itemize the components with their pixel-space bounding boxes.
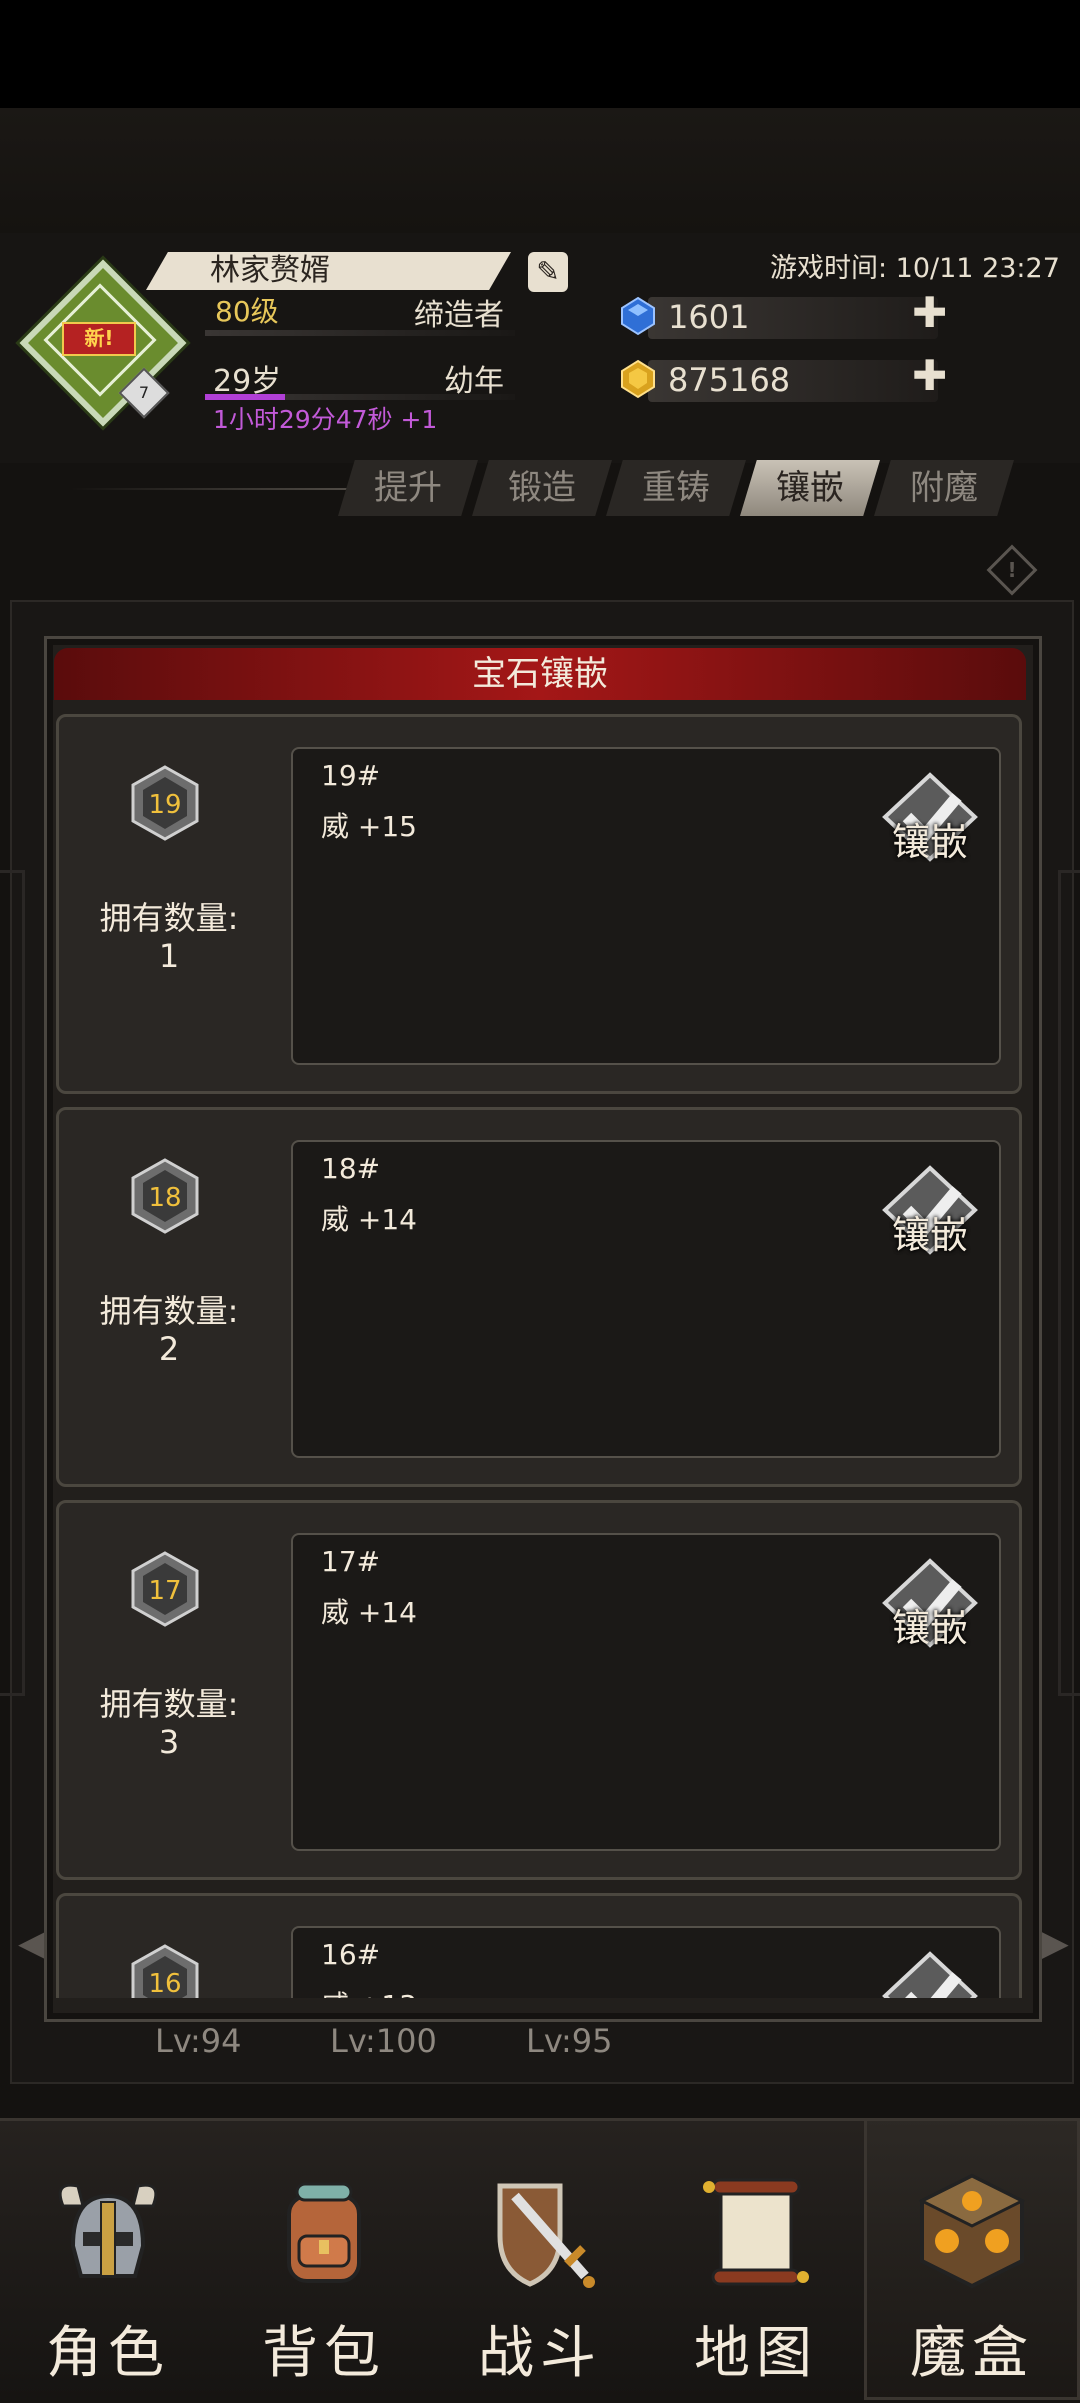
nav-label: 魔盒 <box>910 2321 1034 2386</box>
gem-stat: 威 +14 <box>321 1203 417 1236</box>
svg-text:18: 18 <box>148 1183 181 1213</box>
arrow-right-icon[interactable]: ▶ <box>1038 1920 1069 1966</box>
gem-name: 17# <box>321 1545 381 1578</box>
owned-value: 1 <box>158 937 180 975</box>
nav-label: 地图 <box>694 2321 818 2386</box>
gem-card: 19 拥有数量: 1 19# 威 +15 镶嵌 <box>56 714 1022 1094</box>
scroll-map-icon <box>703 2178 809 2286</box>
gem-name: 16# <box>321 1938 381 1971</box>
modal-title: 宝石镶嵌 <box>472 654 608 694</box>
gem-name: 18# <box>321 1152 381 1185</box>
tab-recast[interactable]: 重铸 <box>606 460 746 516</box>
inlay-label[interactable]: 镶嵌 <box>875 1597 985 1652</box>
owned-label: 拥有数量: <box>99 1292 239 1330</box>
system-status-bar <box>0 0 1080 108</box>
backpack-icon <box>287 2182 361 2283</box>
sword-shield-icon <box>497 2183 595 2288</box>
gem-card: 16 16# 威 +13 <box>56 1893 1022 1998</box>
avatar-level-number: 7 <box>138 383 150 402</box>
player-level: 80级 <box>215 295 279 328</box>
gem-currency-value: 1601 <box>668 298 750 336</box>
nav-backpack[interactable]: 背包 <box>216 2118 432 2400</box>
gem-name: 19# <box>321 759 381 792</box>
tab-divider <box>70 488 370 490</box>
new-badge: 新! <box>62 322 136 356</box>
tab-inlay[interactable]: 镶嵌 <box>740 460 880 516</box>
level-underline <box>205 330 515 336</box>
owned-value: 2 <box>158 1330 180 1368</box>
owned-count: 拥有数量: 2 <box>59 1292 279 1368</box>
owned-count: 拥有数量: 3 <box>59 1685 279 1761</box>
top-shade <box>0 108 1080 233</box>
inlay-button[interactable] <box>875 1946 985 1998</box>
gem-card: 18 拥有数量: 2 18# 威 +14 镶嵌 <box>56 1107 1022 1487</box>
game-time: 游戏时间: 10/11 23:27 <box>770 253 1060 284</box>
nav-role[interactable]: 角色 <box>0 2118 216 2400</box>
tab-forge[interactable]: 锻造 <box>472 460 612 516</box>
right-side-frame <box>1058 870 1080 1696</box>
rune-gem-icon: 19 <box>131 765 199 841</box>
nav-label: 角色 <box>46 2321 170 2386</box>
gem-card: 17 拥有数量: 3 17# 威 +14 镶嵌 <box>56 1500 1022 1880</box>
info-icon: ! <box>1007 558 1017 582</box>
rune-gem-icon: 18 <box>131 1158 199 1234</box>
gold-gem-icon <box>621 359 655 399</box>
nav-label: 背包 <box>262 2321 386 2386</box>
nav-magic-box[interactable]: 魔盒 <box>864 2118 1080 2400</box>
equipment-level: Lv:94 <box>155 2022 242 2060</box>
blue-gem-icon <box>621 296 655 336</box>
svg-text:19: 19 <box>148 790 181 820</box>
age-timer: 1小时29分47秒 +1 <box>213 405 438 434</box>
magic-box-icon <box>918 2173 1026 2289</box>
left-side-frame <box>0 870 25 1696</box>
tab-enchant[interactable]: 附魔 <box>874 460 1014 516</box>
owned-count: 拥有数量: 1 <box>59 899 279 975</box>
gem-stat: 威 +15 <box>321 810 417 843</box>
tab-upgrade[interactable]: 提升 <box>338 460 478 516</box>
owned-value: 3 <box>158 1723 180 1761</box>
gem-stat: 威 +13 <box>321 1984 417 1998</box>
equipment-level: Lv:95 <box>526 2022 613 2060</box>
nav-battle[interactable]: 战斗 <box>432 2118 648 2400</box>
nav-label: 战斗 <box>478 2321 602 2386</box>
player-class: 缔造者 <box>414 298 504 333</box>
owned-label: 拥有数量: <box>99 899 239 937</box>
gem-stat: 威 +14 <box>321 1596 417 1629</box>
gem-list[interactable]: 19 拥有数量: 1 19# 威 +15 镶嵌 18 拥有数量: 2 18# 威 +… <box>56 714 1024 1998</box>
nav-map[interactable]: 地图 <box>648 2118 864 2400</box>
rune-gem-icon: 16 <box>131 1944 199 1998</box>
rune-gem-icon: 17 <box>131 1551 199 1627</box>
info-button[interactable]: ! <box>986 544 1038 596</box>
edit-name-button[interactable]: ✎ <box>528 252 568 292</box>
owned-label: 拥有数量: <box>99 1685 239 1723</box>
inlay-label[interactable]: 镶嵌 <box>875 1204 985 1259</box>
player-name: 林家赘婿 <box>210 253 330 288</box>
add-gems-button[interactable]: ✚ <box>912 288 947 337</box>
svg-text:17: 17 <box>148 1576 181 1606</box>
equipment-level: Lv:100 <box>330 2022 437 2060</box>
gold-currency-value: 875168 <box>668 361 791 399</box>
inlay-label[interactable]: 镶嵌 <box>875 811 985 866</box>
add-gold-button[interactable]: ✚ <box>912 351 947 400</box>
helmet-icon <box>58 2183 158 2278</box>
edit-icon: ✎ <box>536 255 560 288</box>
svg-text:16: 16 <box>148 1969 181 1998</box>
